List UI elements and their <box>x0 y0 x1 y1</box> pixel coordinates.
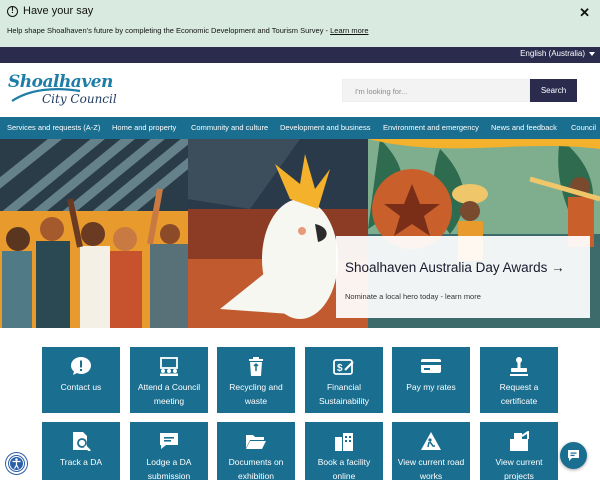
alert-banner: ! Have your say Help shape Shoalhaven's … <box>0 0 600 47</box>
tile-request-certificate[interactable]: Request a certificate <box>480 347 558 413</box>
svg-text:$: $ <box>337 363 343 374</box>
alert-text: Help shape Shoalhaven's future by comple… <box>7 26 331 35</box>
stamp-icon <box>510 357 528 376</box>
close-icon[interactable]: ✕ <box>579 6 590 19</box>
tile-label: Attend a Council meeting <box>137 382 201 406</box>
tile-label: Pay my rates <box>406 382 456 392</box>
chat-button[interactable] <box>560 442 587 469</box>
accessibility-icon <box>9 456 24 471</box>
finance-icon: $ <box>333 359 354 375</box>
nav-community-culture[interactable]: Community and culture <box>191 123 268 132</box>
nav-environment-emergency[interactable]: Environment and emergency <box>383 123 479 132</box>
meeting-icon <box>160 357 178 376</box>
info-icon: ! <box>7 5 18 17</box>
logo-line-2: City Council <box>42 92 117 106</box>
nav-development-business[interactable]: Development and business <box>280 123 370 132</box>
tile-current-projects[interactable]: View current projects <box>480 422 558 480</box>
building-icon <box>335 433 353 451</box>
tile-label: Track a DA <box>59 457 103 467</box>
language-select[interactable]: English (Australia) <box>520 49 595 58</box>
nav-news-feedback[interactable]: News and feedback <box>491 123 557 132</box>
language-bar: English (Australia) <box>0 47 600 63</box>
language-label: English (Australia) <box>520 49 585 58</box>
tile-council-meeting[interactable]: Attend a Council meeting <box>130 347 208 413</box>
tile-pay-rates[interactable]: Pay my rates <box>392 347 470 413</box>
comment-alert-icon <box>71 357 91 375</box>
chevron-down-icon <box>589 51 595 56</box>
document-search-icon <box>73 432 91 451</box>
tile-track-da[interactable]: Track a DA <box>42 422 120 480</box>
projects-icon <box>510 431 529 451</box>
tile-recycling-waste[interactable]: Recycling and waste <box>217 347 295 413</box>
nav-council[interactable]: Council <box>571 123 596 132</box>
alert-heading: ! Have your say <box>7 5 93 17</box>
tile-road-works[interactable]: View current road works <box>392 422 470 480</box>
promo-title[interactable]: Shoalhaven Australia Day Awards → <box>345 260 565 275</box>
road-works-icon <box>421 432 441 450</box>
tile-label: Financial Sustainability <box>318 382 370 406</box>
tile-label: Recycling and waste <box>229 382 283 406</box>
nav-services[interactable]: Services and requests (A-Z) <box>7 123 100 132</box>
alert-message: Help shape Shoalhaven's future by comple… <box>7 26 369 35</box>
chat-icon <box>568 450 579 461</box>
tile-lodge-da-submission[interactable]: Lodge a DA submission <box>130 422 208 480</box>
site-header: Shoalhaven City Council I'm looking for.… <box>0 63 600 117</box>
recycling-icon <box>249 357 263 376</box>
search-button[interactable]: Search <box>530 79 577 102</box>
folder-open-icon <box>246 435 266 449</box>
credit-card-icon <box>421 359 441 373</box>
alert-title: Have your say <box>23 5 94 17</box>
tile-financial-sustainability[interactable]: $ Financial Sustainability <box>305 347 383 413</box>
nav-home-property[interactable]: Home and property <box>112 123 176 132</box>
tile-label: Request a certificate <box>499 382 539 406</box>
tile-label: View current projects <box>495 457 543 480</box>
promo-subtitle[interactable]: Nominate a local hero today - learn more <box>345 292 481 301</box>
tile-contact-us[interactable]: Contact us <box>42 347 120 413</box>
council-logo[interactable]: Shoalhaven City Council <box>8 72 118 110</box>
tile-documents-exhibition[interactable]: Documents on exhibition <box>217 422 295 480</box>
tile-label: Lodge a DA submission <box>146 457 192 480</box>
search-input[interactable]: I'm looking for... <box>342 79 530 102</box>
tile-book-facility[interactable]: Book a facility online <box>305 422 383 480</box>
hero-promo-card[interactable]: Shoalhaven Australia Day Awards → Nomina… <box>336 236 590 318</box>
tile-label: View current road works <box>397 457 465 480</box>
main-navigation: Services and requests (A-Z) Home and pro… <box>0 117 600 139</box>
alert-learn-more-link[interactable]: Learn more <box>330 26 368 35</box>
tile-label: Documents on exhibition <box>228 457 284 480</box>
accessibility-button[interactable] <box>6 453 27 474</box>
tile-label: Contact us <box>60 382 102 392</box>
tile-label: Book a facility online <box>317 457 371 480</box>
message-icon <box>160 433 178 449</box>
